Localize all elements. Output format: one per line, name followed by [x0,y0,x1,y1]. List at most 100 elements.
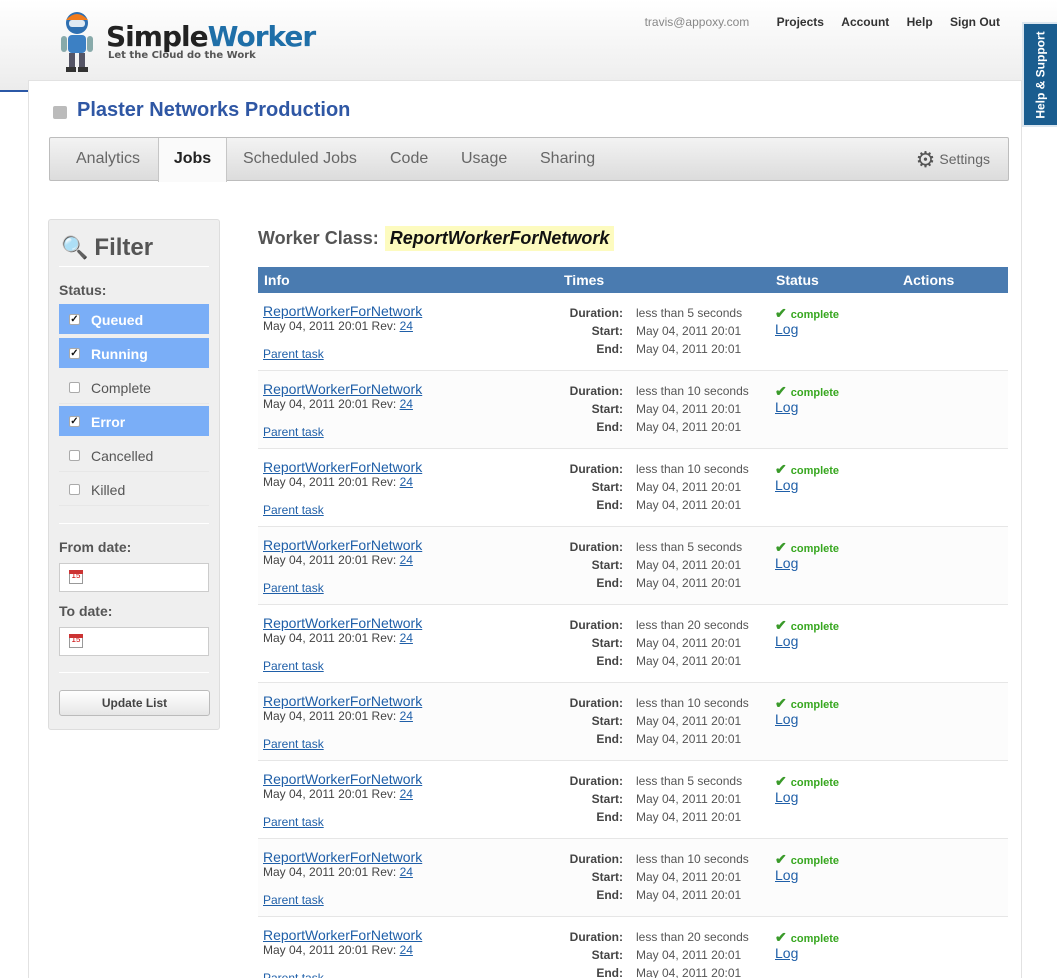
start-label: Start: [591,792,623,806]
filter-title: Filter [94,234,154,261]
start-value: May 04, 2011 20:01 [636,948,742,962]
job-name-link[interactable]: ReportWorkerForNetwork [263,615,422,631]
status-running[interactable]: ✓ Running [59,338,209,370]
log-link[interactable]: Log [775,711,798,727]
end-value: May 04, 2011 20:01 [636,420,742,434]
parent-task-link[interactable]: Parent task [263,659,324,673]
log-link[interactable]: Log [775,399,798,415]
start-value: May 04, 2011 20:01 [636,480,742,494]
checkbox[interactable] [69,484,80,495]
job-times: Duration: less than 5 seconds Start: May 04… [558,304,742,358]
parent-task-link[interactable]: Parent task [263,503,324,517]
rev-label: Rev: [371,319,397,333]
job-name-link[interactable]: ReportWorkerForNetwork [263,459,422,475]
start-value: May 04, 2011 20:01 [636,324,742,338]
end-label: End: [596,498,623,512]
from-date-input[interactable]: 15 [59,563,209,592]
job-created: May 04, 2011 20:01 [263,709,369,723]
status-label: Status: [59,282,107,298]
nav-projects[interactable]: Projects [777,15,824,29]
status-badge: complete [790,699,840,711]
checkmark-icon: ✔ [775,929,787,945]
duration-value: less than 20 seconds [636,930,749,944]
update-list-button[interactable]: Update List [59,690,210,716]
revision-link[interactable]: 24 [400,475,413,489]
job-times: Duration: less than 5 seconds Start: May 04… [558,772,742,826]
status-killed[interactable]: Killed [59,474,209,506]
job-name-link[interactable]: ReportWorkerForNetwork [263,849,422,865]
parent-task-link[interactable]: Parent task [263,893,324,907]
log-link[interactable]: Log [775,555,798,571]
log-link[interactable]: Log [775,321,798,337]
worker-class-value: ReportWorkerForNetwork [384,225,615,251]
tab-jobs[interactable]: Jobs [158,138,227,182]
revision-link[interactable]: 24 [400,787,413,801]
job-name-link[interactable]: ReportWorkerForNetwork [263,381,422,397]
nav-account[interactable]: Account [841,15,889,29]
checkbox[interactable]: ✓ [69,416,80,427]
tab-sharing[interactable]: Sharing [540,138,595,180]
duration-label: Duration: [569,306,623,320]
table-row: ReportWorkerForNetwork May 04, 2011 20:01… [258,371,1008,449]
status-error[interactable]: ✓ Error [59,406,209,438]
tab-code[interactable]: Code [390,138,428,180]
duration-value: less than 10 seconds [636,384,749,398]
revision-link[interactable]: 24 [400,397,413,411]
settings-button[interactable]: ⚙ Settings [916,138,990,180]
help-support-label: Help & Support [1033,30,1048,119]
duration-label: Duration: [569,696,623,710]
checkbox[interactable] [69,450,80,461]
tab-analytics[interactable]: Analytics [76,138,140,180]
status-cancelled[interactable]: Cancelled [59,440,209,472]
log-link[interactable]: Log [775,867,798,883]
calendar-icon[interactable]: 15 [69,634,83,648]
nav-sign-out[interactable]: Sign Out [950,15,1000,29]
end-label: End: [596,966,623,978]
revision-link[interactable]: 24 [400,319,413,333]
checkbox[interactable] [69,382,80,393]
log-link[interactable]: Log [775,789,798,805]
job-name-link[interactable]: ReportWorkerForNetwork [263,771,422,787]
logo[interactable]: SimpleWorker Let the Cloud do the Work [56,10,316,74]
checkbox[interactable]: ✓ [69,348,80,359]
job-name-link[interactable]: ReportWorkerForNetwork [263,927,422,943]
job-name-link[interactable]: ReportWorkerForNetwork [263,537,422,553]
status-complete[interactable]: Complete [59,372,209,404]
revision-link[interactable]: 24 [400,631,413,645]
start-label: Start: [591,714,623,728]
status-queued[interactable]: ✓ Queued [59,304,209,336]
checkmark-icon: ✔ [775,773,787,789]
tab-scheduled-jobs[interactable]: Scheduled Jobs [243,138,357,180]
nav-help[interactable]: Help [907,15,933,29]
tab-usage[interactable]: Usage [461,138,507,180]
table-row: ReportWorkerForNetwork May 04, 2011 20:01… [258,605,1008,683]
user-email: travis@appoxy.com [644,15,750,29]
table-row: ReportWorkerForNetwork May 04, 2011 20:01… [258,449,1008,527]
end-value: May 04, 2011 20:01 [636,888,742,902]
parent-task-link[interactable]: Parent task [263,737,324,751]
log-link[interactable]: Log [775,945,798,961]
start-label: Start: [591,324,623,338]
status-cell: ✔ complete [775,617,839,634]
log-link[interactable]: Log [775,633,798,649]
to-date-input[interactable]: 15 [59,627,209,656]
log-link[interactable]: Log [775,477,798,493]
status-label-running: Running [91,346,148,362]
help-support-tab[interactable]: Help & Support [1022,22,1057,127]
parent-task-link[interactable]: Parent task [263,581,324,595]
checkmark-icon: ✔ [775,383,787,399]
revision-link[interactable]: 24 [400,943,413,957]
job-created: May 04, 2011 20:01 [263,553,369,567]
revision-link[interactable]: 24 [400,553,413,567]
job-name-link[interactable]: ReportWorkerForNetwork [263,693,422,709]
checkbox[interactable]: ✓ [69,314,80,325]
parent-task-link[interactable]: Parent task [263,971,324,978]
status-label-killed: Killed [91,482,126,498]
revision-link[interactable]: 24 [400,709,413,723]
parent-task-link[interactable]: Parent task [263,815,324,829]
parent-task-link[interactable]: Parent task [263,425,324,439]
job-name-link[interactable]: ReportWorkerForNetwork [263,303,422,319]
parent-task-link[interactable]: Parent task [263,347,324,361]
calendar-icon[interactable]: 15 [69,570,83,584]
revision-link[interactable]: 24 [400,865,413,879]
